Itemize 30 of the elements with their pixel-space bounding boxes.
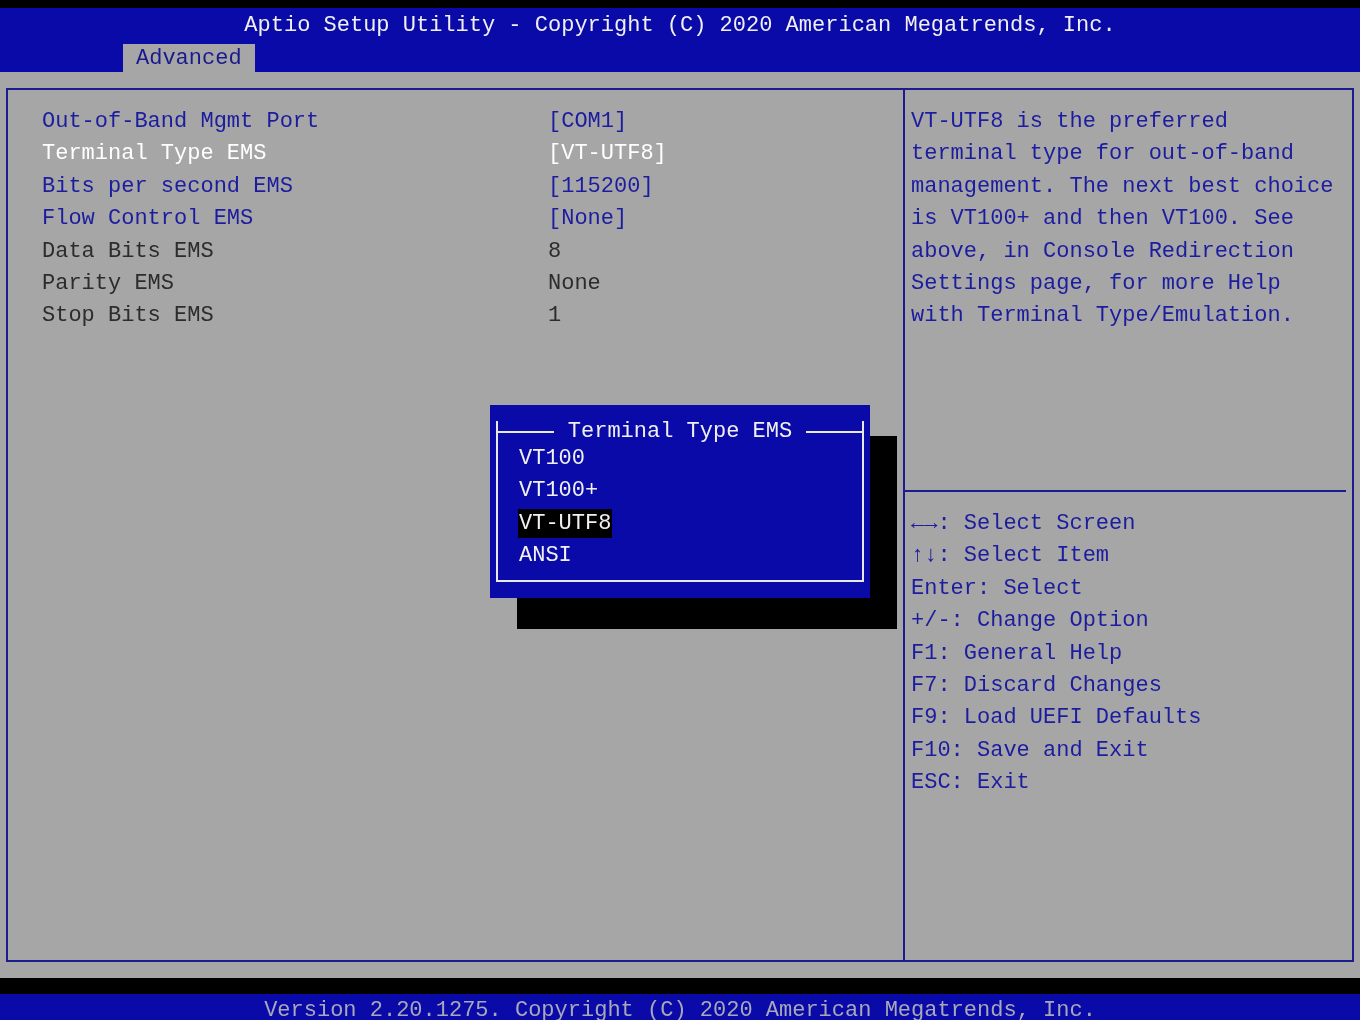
key-hint: F7: Discard Changes [911, 671, 1163, 700]
key-hint: ESC: Exit [911, 769, 1031, 798]
popup-option[interactable]: VT100+ [518, 476, 600, 506]
popup-title: Terminal Type EMS [566, 421, 794, 443]
setting-label[interactable]: Bits per second EMS [42, 170, 548, 204]
key-hint: Enter: Select [911, 574, 1084, 603]
setting-label: Stop Bits EMS [42, 302, 215, 331]
help-text: VT-UTF8 is the preferred terminal type for out-of-band management. The next best choice is VT100+ and then VT100. See above, in Console Redirection Settings page, for more Help with Terminal Type/Emulation. [911, 108, 1334, 331]
setting-value[interactable]: [115200] [548, 170, 654, 204]
setting-value[interactable]: [COM1] [548, 106, 628, 139]
popup-option[interactable]: ANSI [518, 541, 573, 571]
key-hint: +/-: Change Option [911, 607, 1150, 636]
setting-label: Data Bits EMS [42, 237, 215, 266]
key-hint: F1: General Help [911, 639, 1124, 668]
setting-value: 1 [548, 302, 562, 331]
setting-label[interactable]: Out-of-Band Mgmt Port [42, 106, 548, 139]
setting-value: 8 [548, 237, 562, 266]
popup-option[interactable]: VT100 [518, 444, 586, 473]
key-hint: ↑↓: Select Item [911, 542, 1111, 571]
setting-value: None [548, 269, 601, 298]
key-hint: ←→: Select Screen [911, 510, 1137, 538]
setting-label[interactable]: Flow Control EMS [42, 203, 548, 236]
popup-option[interactable]: VT-UTF8 [518, 508, 613, 538]
key-hint: F9: Load UEFI Defaults [911, 704, 1203, 733]
key-hint: F10: Save and Exit [911, 736, 1150, 765]
setting-label: Parity EMS [42, 269, 176, 298]
menu-tab[interactable]: Advanced [123, 44, 255, 74]
setting-value[interactable]: [None] [548, 203, 628, 236]
window-title: Aptio Setup Utility - Copyright (C) 2020 American Megatrends, Inc. [243, 12, 1117, 40]
version-text: Version 2.20.1275. Copyright (C) 2020 American Megatrends, Inc. [264, 998, 1096, 1020]
